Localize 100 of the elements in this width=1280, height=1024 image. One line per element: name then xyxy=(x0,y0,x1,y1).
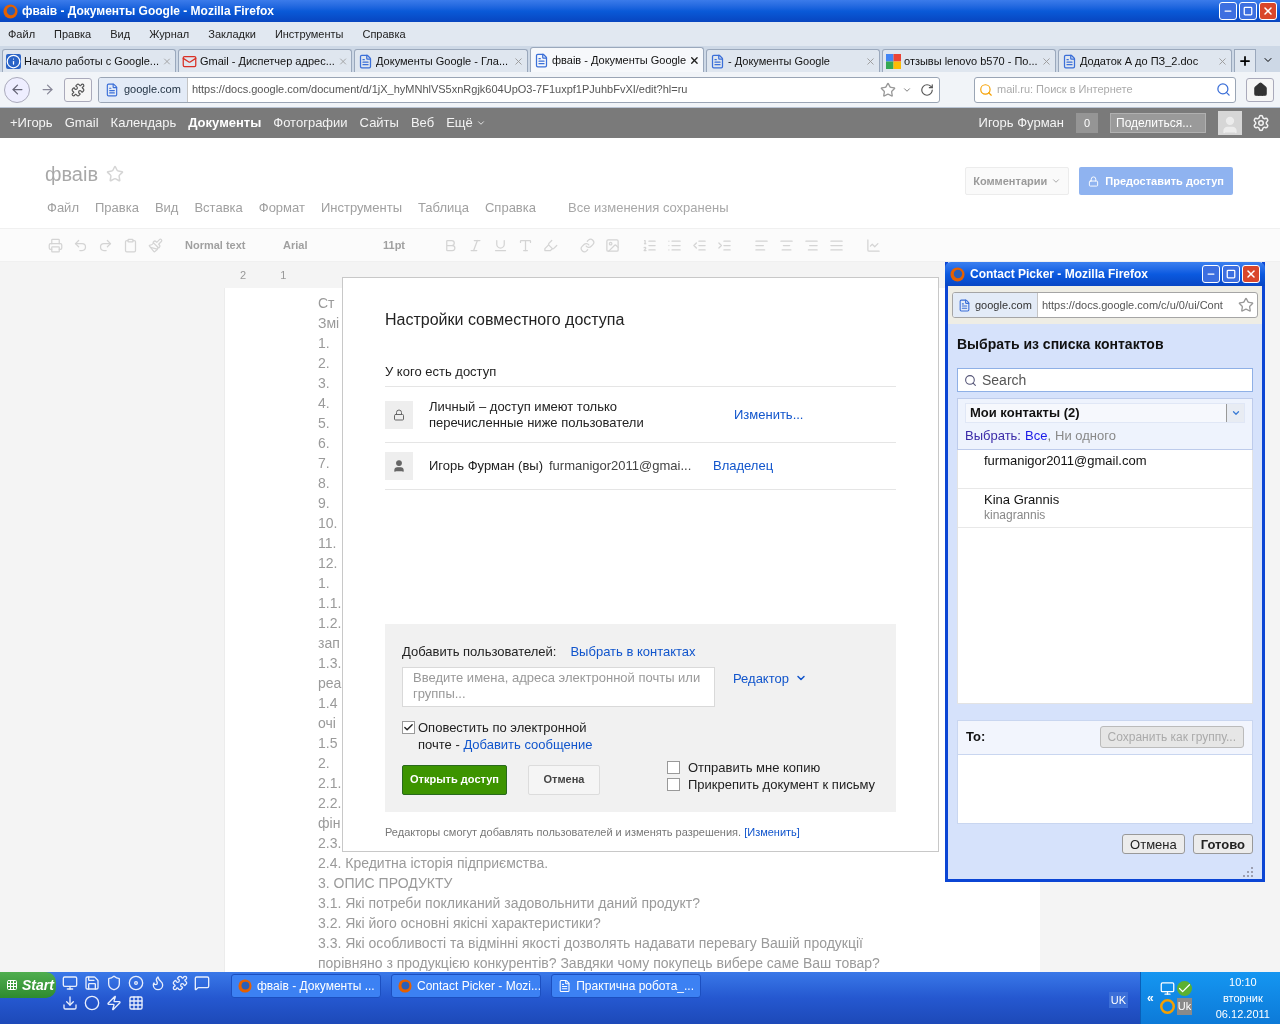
checkbox[interactable] xyxy=(667,761,680,774)
maximize-button[interactable] xyxy=(1239,2,1257,20)
address-field[interactable]: google.com https://docs.google.com/c/u/0/ui/Cont xyxy=(952,292,1258,318)
menu-item[interactable]: Файл xyxy=(47,198,79,218)
google-bar-link[interactable]: Календарь xyxy=(110,113,177,133)
search-field[interactable]: Search xyxy=(957,368,1253,392)
taskbar-button[interactable]: Практична робота_... xyxy=(551,974,701,998)
taskbar-button[interactable]: фваів - Документы ... xyxy=(231,974,381,998)
outdent-icon[interactable] xyxy=(692,237,707,253)
browser-tab[interactable]: Додаток А до ПЗ_2.doc xyxy=(1058,49,1232,72)
check-icon[interactable] xyxy=(1176,981,1192,997)
google-bar-link[interactable]: Документы xyxy=(188,113,262,133)
lightning-icon[interactable] xyxy=(106,995,122,1011)
menu-item[interactable]: Вставка xyxy=(194,198,243,218)
menu-item[interactable]: Инструменты xyxy=(320,198,402,218)
show-hidden-icons-button[interactable]: « xyxy=(1147,989,1154,1007)
addon-button[interactable] xyxy=(64,77,92,102)
choose-contacts-link[interactable]: Выбрать в контактах xyxy=(570,642,696,662)
menu-item[interactable]: Вид xyxy=(154,198,179,218)
menu-item[interactable]: Правка xyxy=(54,25,92,43)
close-button[interactable] xyxy=(1242,265,1260,283)
google-bar-link[interactable]: Ещё xyxy=(446,113,486,133)
search-input[interactable]: mail.ru: Поиск в Интернете xyxy=(997,81,1212,98)
notification-count[interactable]: 0 xyxy=(1076,113,1098,133)
font-dropdown[interactable]: Arial xyxy=(283,236,373,254)
grid-icon[interactable] xyxy=(128,995,144,1011)
menu-item[interactable]: Закладки xyxy=(208,25,256,43)
new-tab-button[interactable] xyxy=(1234,49,1256,72)
browser-tab[interactable]: Начало работы с Google... xyxy=(2,49,176,72)
share-button[interactable]: Поделиться... xyxy=(1110,113,1206,133)
reload-icon[interactable] xyxy=(920,82,934,97)
google-bar-link[interactable]: Gmail xyxy=(64,113,99,133)
download-icon[interactable] xyxy=(62,995,78,1011)
user-name[interactable]: Игорь Фурман xyxy=(978,113,1064,133)
close-button[interactable] xyxy=(1259,2,1277,20)
menu-item[interactable]: Правка xyxy=(94,198,139,218)
search-icon[interactable] xyxy=(1216,82,1231,97)
indent-icon[interactable] xyxy=(717,237,732,253)
search-field[interactable]: mail.ru: Поиск в Интернете xyxy=(974,76,1236,103)
start-button[interactable]: Start xyxy=(0,972,56,998)
justify-icon[interactable] xyxy=(829,237,844,253)
flame-icon[interactable] xyxy=(150,975,166,991)
minimize-button[interactable] xyxy=(1219,2,1237,20)
google-bar-link[interactable]: Фотографии xyxy=(273,113,348,133)
group-dropdown-button[interactable] xyxy=(1226,404,1244,422)
clipboard-icon[interactable] xyxy=(123,237,138,253)
browser-tab[interactable]: - Документы Google xyxy=(706,49,880,72)
site-identity-button[interactable]: google.com xyxy=(99,77,188,102)
language-indicator[interactable]: UK xyxy=(1108,991,1128,1009)
google-bar-link[interactable]: Веб xyxy=(410,113,435,133)
comments-button[interactable]: Комментарии xyxy=(965,167,1070,195)
contact-row[interactable]: Kina Grannis kinagrannis xyxy=(958,488,1252,528)
share-confirm-button[interactable]: Открыть доступ xyxy=(402,764,507,795)
search-input[interactable]: Search xyxy=(982,369,1246,391)
highlight-icon[interactable] xyxy=(543,237,558,253)
chat-icon[interactable] xyxy=(194,975,210,991)
bold-icon[interactable] xyxy=(443,237,458,253)
checkbox[interactable] xyxy=(402,720,415,734)
change-link[interactable]: [Изменить] xyxy=(744,825,800,838)
menu-item[interactable]: Таблица xyxy=(418,198,469,218)
checkbox[interactable] xyxy=(667,778,680,791)
browser-tab[interactable]: Документы Google - Гла... xyxy=(354,49,528,72)
change-link[interactable]: Изменить... xyxy=(734,404,804,425)
taskbar-button[interactable]: Contact Picker - Mozi... xyxy=(391,974,541,998)
redo-icon[interactable] xyxy=(98,237,113,253)
address-field[interactable]: google.com https://docs.google.com/document/d/1jX_hyMNhlVS5xnRgjk604UpO3-7F1uxpf1PJuhbFvXI/edit?hl=ru xyxy=(98,76,940,103)
google-bar-link[interactable]: +Игорь xyxy=(10,113,53,133)
monitor-icon[interactable] xyxy=(62,975,78,991)
menu-item[interactable]: Формат xyxy=(258,198,305,218)
image-icon[interactable] xyxy=(605,237,620,253)
contact-row[interactable]: furmanigor2011@gmail.com xyxy=(958,449,1252,489)
browser-tab[interactable]: Gmail - Диспетчер адрес... xyxy=(178,49,352,72)
invite-field[interactable]: Введите имена, адреса электронной почты или группы... xyxy=(402,666,715,707)
text-color-icon[interactable] xyxy=(518,237,533,253)
printer-icon[interactable] xyxy=(48,237,63,253)
star-icon[interactable] xyxy=(1238,297,1254,313)
resize-grip-icon[interactable] xyxy=(1243,867,1253,877)
cancel-button[interactable]: Отмена xyxy=(1122,833,1185,854)
align-left-icon[interactable] xyxy=(754,237,769,253)
puzzle-icon[interactable] xyxy=(172,975,188,991)
owner-link[interactable]: Владелец xyxy=(713,456,774,476)
underline-icon[interactable] xyxy=(493,237,508,253)
align-right-icon[interactable] xyxy=(804,237,819,253)
menu-item[interactable]: Инструменты xyxy=(274,25,344,43)
font-size-dropdown[interactable]: 11pt xyxy=(383,236,433,254)
add-message-link[interactable]: Добавить сообщение xyxy=(463,736,593,752)
browser-tab[interactable]: фваів - Документы Google xyxy=(530,47,704,72)
minimize-button[interactable] xyxy=(1202,265,1220,283)
style-dropdown[interactable]: Normal text xyxy=(185,236,273,254)
permission-dropdown[interactable]: Редактор xyxy=(733,668,807,688)
close-tab-icon[interactable] xyxy=(689,54,700,66)
settings-icon[interactable] xyxy=(1252,114,1270,132)
cancel-button[interactable]: Отмена xyxy=(528,764,600,795)
menu-item[interactable]: Справка xyxy=(485,198,536,218)
italic-icon[interactable] xyxy=(468,237,483,253)
undo-icon[interactable] xyxy=(73,237,88,253)
menu-item[interactable]: Файл xyxy=(8,25,36,43)
menu-item[interactable]: Вид xyxy=(110,25,131,43)
tray-language[interactable]: Uk xyxy=(1176,998,1193,1015)
site-identity-button[interactable]: google.com xyxy=(953,293,1038,317)
